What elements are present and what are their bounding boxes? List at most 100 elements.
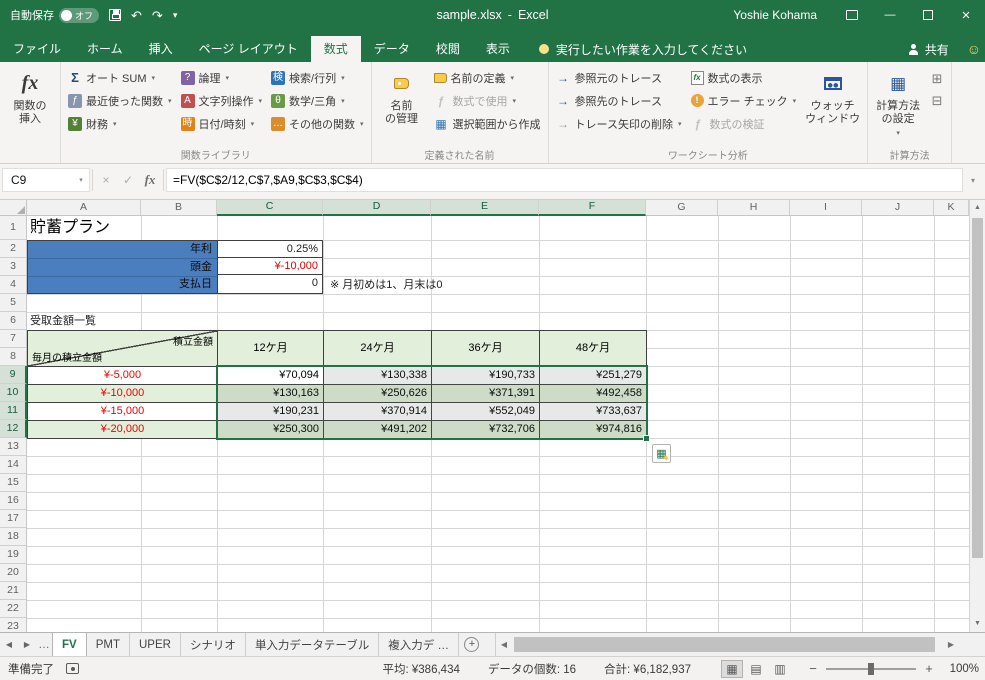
row-header-16[interactable]: 16 xyxy=(0,492,26,510)
ribbon-tab-2[interactable]: 挿入 xyxy=(136,36,186,62)
cell-D4-note[interactable]: ※ 月初めは1、月末は0 xyxy=(330,276,443,294)
more-functions-button[interactable]: … その他の関数 ▾ xyxy=(268,113,367,134)
column-header-K[interactable]: K xyxy=(934,200,969,215)
select-all-corner[interactable] xyxy=(0,200,27,216)
row-header-8[interactable]: 8 xyxy=(0,348,26,366)
column-header-D[interactable]: D xyxy=(323,200,431,216)
horizontal-scrollbar[interactable]: ◀ ▶ xyxy=(494,633,985,656)
row-header-15[interactable]: 15 xyxy=(0,474,26,492)
cell-A4-label[interactable]: 支払日 xyxy=(28,277,217,293)
page-layout-view-button[interactable]: ▤ xyxy=(745,660,767,678)
name-box-dropdown-icon[interactable]: ▾ xyxy=(73,176,89,184)
feedback-smiley-icon[interactable]: ☺ xyxy=(967,36,981,62)
ribbon-tab-4[interactable]: 数式 xyxy=(310,36,361,62)
macro-record-icon[interactable] xyxy=(66,663,79,674)
cell-A3-label[interactable]: 頭金 xyxy=(28,259,217,277)
scroll-right-icon[interactable]: ▶ xyxy=(943,640,959,649)
row-header-6[interactable]: 6 xyxy=(0,312,26,330)
month-header-4[interactable]: 48ケ月 xyxy=(540,331,647,367)
show-formulas-button[interactable]: fx 数式の表示 xyxy=(688,67,800,88)
cell-C2-value[interactable]: 0.25% xyxy=(218,241,322,258)
row-header-3[interactable]: 3 xyxy=(0,258,26,276)
table-corner-cell[interactable]: 積立金額 毎月の積立金額 xyxy=(28,331,218,367)
trace-precedents-button[interactable]: → 参照元のトレース xyxy=(553,67,685,88)
month-header-1[interactable]: 12ケ月 xyxy=(218,331,324,367)
cancel-button[interactable]: × xyxy=(95,173,117,187)
sheet-tab-3[interactable]: UPER xyxy=(130,633,181,656)
insert-function-button[interactable]: fx 関数の 挿入 xyxy=(4,65,56,148)
vertical-scrollbar[interactable]: ▲ ▼ xyxy=(969,200,985,632)
row-header-7[interactable]: 7 xyxy=(0,330,26,348)
enter-button[interactable]: ✓ xyxy=(117,173,139,187)
deposit-row-label-2[interactable]: ¥-10,000 xyxy=(28,385,218,403)
cell-C3-value[interactable]: ¥-10,000 xyxy=(218,258,322,275)
maximize-button[interactable] xyxy=(909,0,947,30)
financial-button[interactable]: ¥ 財務 ▾ xyxy=(65,113,175,134)
zoom-slider-thumb[interactable] xyxy=(868,662,874,675)
use-in-formula-button[interactable]: ƒ 数式で使用 ▾ xyxy=(431,90,544,111)
evaluate-formula-button[interactable]: ƒ 数式の検証 xyxy=(688,113,800,134)
save-icon[interactable] xyxy=(109,9,121,21)
sheet-tab-6[interactable]: 複入力デ … xyxy=(379,633,459,656)
autosum-button[interactable]: Σ オート SUM ▾ xyxy=(65,67,175,88)
row-header-10[interactable]: 10 xyxy=(0,384,27,402)
column-header-J[interactable]: J xyxy=(862,200,934,215)
date-time-button[interactable]: 時日付/時刻 ▾ xyxy=(178,113,266,134)
recently-used-button[interactable]: ƒ 最近使った関数 ▾ xyxy=(65,90,175,111)
autosave-toggle[interactable]: 自動保存 オフ xyxy=(10,7,99,23)
sheet-tab-scroll-right-icon[interactable]: ▶ xyxy=(18,633,36,656)
column-header-E[interactable]: E xyxy=(431,200,539,216)
logical-button[interactable]: ? 論理 ▾ xyxy=(178,67,266,88)
minimize-button[interactable]: — xyxy=(871,0,909,30)
share-button[interactable]: 共有 xyxy=(908,36,949,62)
cell-A1-title[interactable]: 貯蓄プラン xyxy=(30,216,110,240)
calculate-now-button[interactable]: ⊞ xyxy=(927,69,947,89)
ribbon-tab-3[interactable]: ページ レイアウト xyxy=(186,36,311,62)
row-header-12[interactable]: 12 xyxy=(0,420,27,438)
cell-C4-value[interactable]: 0 xyxy=(218,275,322,293)
row-header-9[interactable]: 9 xyxy=(0,366,27,384)
sheet-tab-4[interactable]: シナリオ xyxy=(181,633,246,656)
row-header-11[interactable]: 11 xyxy=(0,402,27,420)
autosave-switch[interactable]: オフ xyxy=(59,7,99,23)
row-header-17[interactable]: 17 xyxy=(0,510,26,528)
calculate-sheet-button[interactable]: ⊟ xyxy=(927,91,947,111)
scroll-left-icon[interactable]: ◀ xyxy=(496,640,512,649)
deposit-row-label-4[interactable]: ¥-20,000 xyxy=(28,421,218,439)
column-header-B[interactable]: B xyxy=(141,200,217,215)
tell-me-box[interactable]: 実行したい作業を入力してください xyxy=(538,36,747,62)
month-header-3[interactable]: 36ケ月 xyxy=(432,331,540,367)
create-from-selection-button[interactable]: ▦ 選択範囲から作成 xyxy=(431,113,544,134)
row-header-13[interactable]: 13 xyxy=(0,438,26,456)
trace-dependents-button[interactable]: → 参照先のトレース xyxy=(553,90,685,111)
row-header-21[interactable]: 21 xyxy=(0,582,26,600)
fill-handle[interactable] xyxy=(643,435,650,442)
insert-function-fx-button[interactable]: fx xyxy=(139,172,161,188)
expand-formula-bar-icon[interactable]: ▾ xyxy=(963,168,983,192)
ribbon-tab-5[interactable]: データ xyxy=(361,36,423,62)
calculation-options-button[interactable]: ▦ 計算方法 の設定 ▾ xyxy=(872,65,924,148)
normal-view-button[interactable]: ▦ xyxy=(721,659,743,678)
row-header-1[interactable]: 1 xyxy=(0,216,26,240)
name-box[interactable]: C9 ▾ xyxy=(2,168,90,192)
deposit-row-label-1[interactable]: ¥-5,000 xyxy=(28,367,218,385)
math-trig-button[interactable]: θ 数学/三角 ▾ xyxy=(268,90,367,111)
row-header-20[interactable]: 20 xyxy=(0,564,26,582)
ribbon-tab-file[interactable]: ファイル xyxy=(0,36,74,62)
column-header-C[interactable]: C xyxy=(217,200,323,216)
sheet-tab-scroll-left-icon[interactable]: ◀ xyxy=(0,633,18,656)
ribbon-tab-1[interactable]: ホーム xyxy=(74,36,136,62)
cell-A6-section-title[interactable]: 受取金額一覧 xyxy=(30,312,96,330)
row-header-23[interactable]: 23 xyxy=(0,618,26,632)
row-header-19[interactable]: 19 xyxy=(0,546,26,564)
row-header-14[interactable]: 14 xyxy=(0,456,26,474)
text-button[interactable]: A 文字列操作 ▾ xyxy=(178,90,266,111)
column-header-I[interactable]: I xyxy=(790,200,862,215)
column-header-H[interactable]: H xyxy=(718,200,790,215)
page-break-view-button[interactable]: ▥ xyxy=(769,660,791,678)
row-header-4[interactable]: 4 xyxy=(0,276,26,294)
scroll-down-icon[interactable]: ▼ xyxy=(970,616,985,632)
month-header-2[interactable]: 24ケ月 xyxy=(324,331,432,367)
cell-A2-label[interactable]: 年利 xyxy=(28,241,217,259)
lookup-reference-button[interactable]: 検検索/行列 ▾ xyxy=(268,67,367,88)
